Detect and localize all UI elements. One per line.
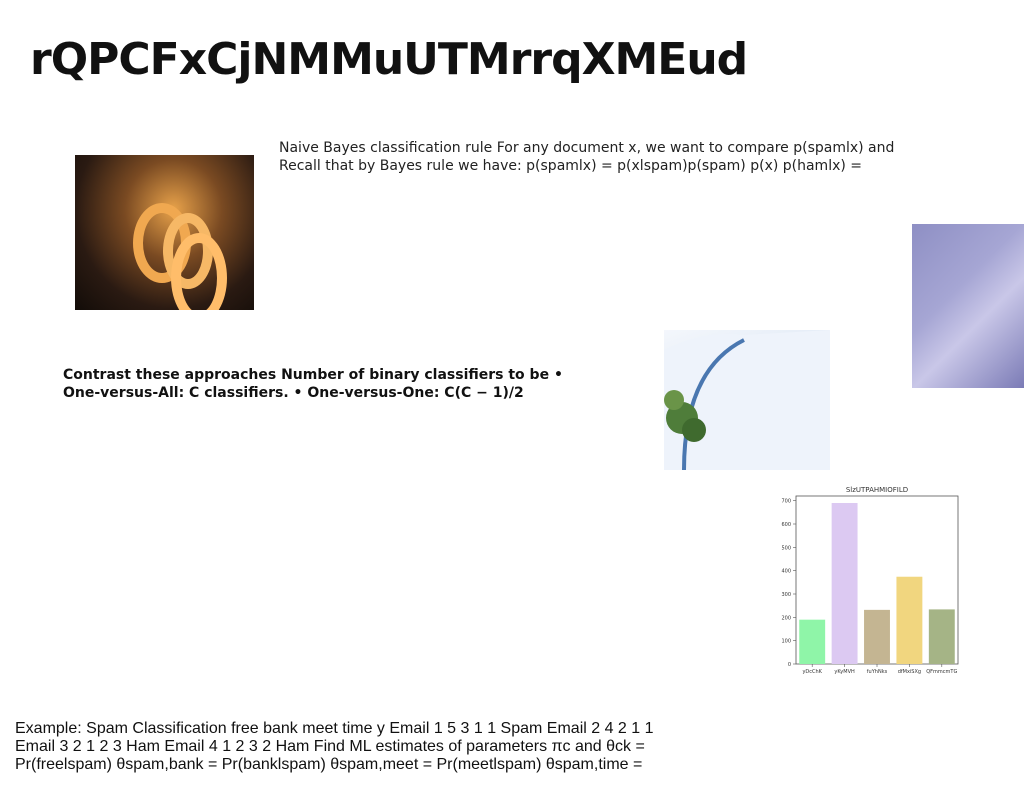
bar-dfMxiSXg xyxy=(896,576,923,664)
bar-chart: SlzUTPAHMIOFILD 0 100 200 300 400 500 600 700 yDc… xyxy=(780,482,970,682)
y-tick-label: 700 xyxy=(781,499,791,505)
y-tick-label: 100 xyxy=(781,639,791,645)
y-tick-label: 600 xyxy=(781,522,791,528)
crumpled-cloth-photo xyxy=(912,224,1024,388)
slide-title: rQPCFxCjNMMuUTMrrqXMEud xyxy=(30,34,748,85)
x-tick-label: fuYhNks xyxy=(867,669,888,675)
spam-example-text: Example: Spam Classification free bank m… xyxy=(15,720,654,773)
arched-building-photo xyxy=(664,330,830,470)
bar-QFmmcmTG xyxy=(928,609,955,664)
contrast-approaches-text: Contrast these approaches Number of bina… xyxy=(63,367,563,401)
naive-bayes-text: Naive Bayes classification rule For any … xyxy=(279,140,895,174)
bar-yKyMVH xyxy=(831,503,858,664)
y-tick-label: 0 xyxy=(788,662,791,668)
x-tick-label: QFmmcmTG xyxy=(926,669,957,675)
bar-fuYhNks xyxy=(864,609,890,664)
y-tick-label: 200 xyxy=(781,615,791,621)
y-tick-label: 400 xyxy=(781,569,791,575)
chart-title: SlzUTPAHMIOFILD xyxy=(846,486,908,494)
x-tick-label: yDcChK xyxy=(802,669,822,675)
x-tick-label: yKyMVH xyxy=(834,669,855,675)
bar-yDcChK xyxy=(799,619,826,664)
x-tick-label: dfMxiSXg xyxy=(898,669,921,675)
y-tick-label: 300 xyxy=(781,592,791,598)
y-tick-label: 500 xyxy=(781,545,791,551)
tunnel-photo xyxy=(75,155,254,310)
